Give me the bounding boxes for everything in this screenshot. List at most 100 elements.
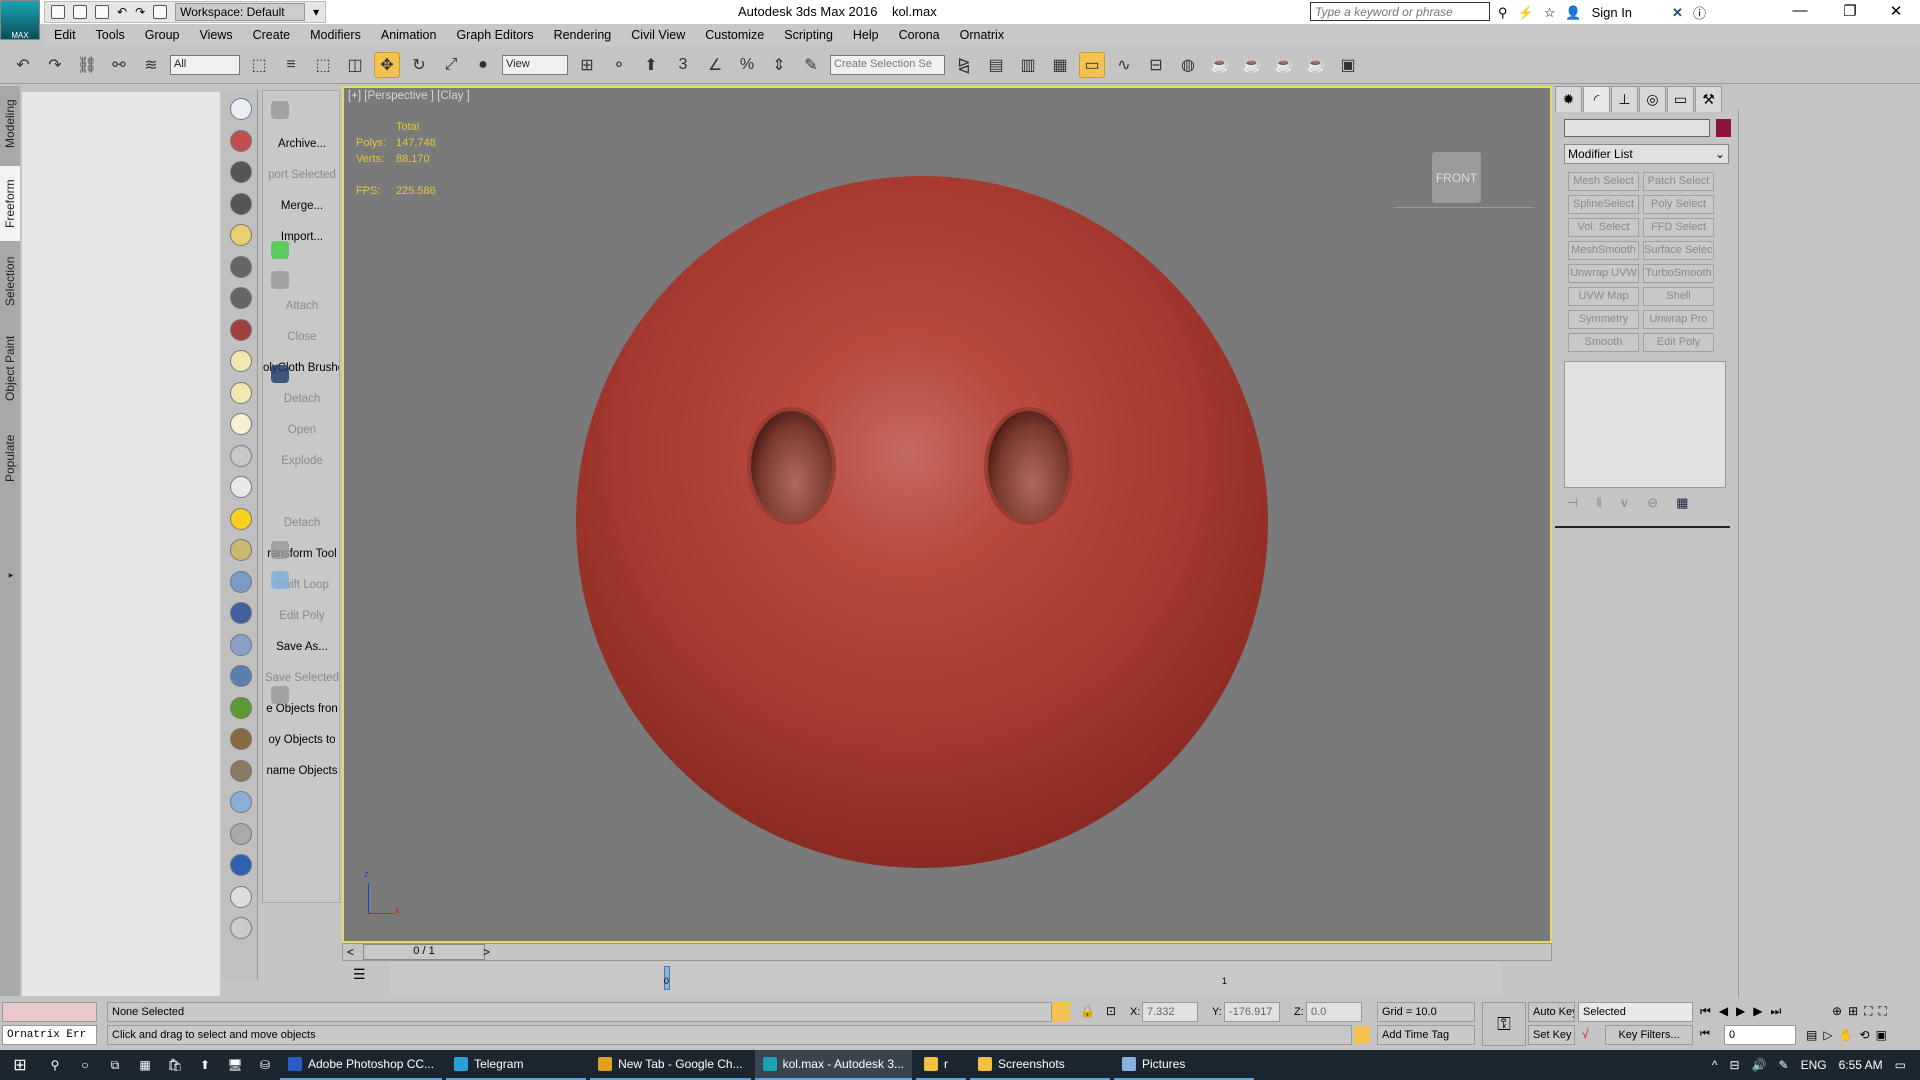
green-toggle-icon[interactable] — [271, 241, 289, 259]
prev-frame-button[interactable]: < — [347, 945, 354, 959]
sphere-material-icon[interactable] — [230, 791, 252, 813]
configure-modifier-sets-icon[interactable]: ▦ — [1676, 495, 1688, 511]
modifier-button-unwrap-uvw[interactable]: Unwrap UVW — [1568, 264, 1639, 283]
utilities-tab-icon[interactable]: ⚒ — [1695, 86, 1722, 112]
volume-icon[interactable]: 🔊 — [1752, 1058, 1767, 1072]
selection-filter-dropdown[interactable]: All — [170, 54, 240, 75]
modifier-button-poly-select[interactable]: Poly Select — [1643, 195, 1714, 214]
material-editor-icon[interactable]: ◍ — [1175, 52, 1201, 78]
tab-modeling[interactable]: Modeling — [0, 86, 20, 161]
modifier-button-surface-select[interactable]: Surface Select — [1643, 241, 1714, 260]
maximize-viewport-icon[interactable]: ▣ — [1876, 1028, 1887, 1042]
tray-expand-icon[interactable]: ^ — [1712, 1058, 1718, 1072]
import-file-icon[interactable] — [230, 885, 252, 908]
project-folder-icon[interactable] — [153, 5, 168, 19]
key-filters-button[interactable]: Key Filters... — [1605, 1025, 1693, 1045]
pen-icon[interactable]: ✎ — [1779, 1058, 1789, 1072]
render-frame-icon[interactable] — [230, 129, 252, 152]
bind-space-warp-icon[interactable]: ≋ — [138, 52, 164, 78]
move-icon[interactable]: ✥ — [374, 51, 400, 78]
command-archive-[interactable]: Archive... — [263, 138, 339, 150]
hierarchy-tab-icon[interactable]: ⊥ — [1611, 86, 1638, 112]
store-icon[interactable]: 🛍 — [160, 1058, 190, 1072]
minimize-button[interactable]: — — [1780, 2, 1820, 19]
modifier-button-vol-select[interactable]: Vol. Select — [1568, 218, 1639, 237]
render-iterative-icon[interactable]: ☕ — [1303, 52, 1329, 78]
command-save-as-[interactable]: Save As... — [263, 641, 339, 653]
physical-camera-icon[interactable] — [230, 287, 252, 309]
menu-scripting[interactable]: Scripting — [774, 28, 843, 42]
taskbar-item[interactable]: New Tab - Google Ch... — [590, 1050, 751, 1080]
menu-corona[interactable]: Corona — [889, 28, 950, 42]
named-selection-sets-dropdown[interactable]: Create Selection Se — [830, 54, 945, 75]
z-coordinate-field[interactable]: 0.0 — [1306, 1002, 1362, 1022]
command-name-objects[interactable]: name Objects — [263, 765, 339, 777]
subscription-icon[interactable]: ⚡ — [1518, 5, 1534, 21]
viewport-label[interactable]: [+] [Perspective ] [Clay ] — [348, 90, 470, 102]
isolate-selection-icon[interactable] — [1052, 1002, 1070, 1022]
align-icon[interactable]: ▤ — [983, 52, 1009, 78]
detach-cube-icon[interactable] — [271, 541, 289, 559]
command-e-objects-fron[interactable]: e Objects fron — [263, 703, 339, 715]
sign-in-link[interactable]: Sign In — [1592, 5, 1632, 20]
menu-civil-view[interactable]: Civil View — [621, 28, 695, 42]
next-frame-icon[interactable]: ▶ — [1753, 1004, 1762, 1019]
attach-cube-icon[interactable] — [271, 271, 289, 289]
undo-icon[interactable]: ↶ — [10, 52, 36, 78]
scale-icon[interactable]: ⤢ — [438, 52, 464, 78]
hemisphere-icon[interactable] — [230, 381, 252, 404]
modifier-button-symmetry[interactable]: Symmetry — [1568, 310, 1639, 329]
key-icon[interactable]: ⚿ — [1482, 1002, 1526, 1046]
modifier-button-patch-select[interactable]: Patch Select — [1643, 172, 1714, 191]
menu-group[interactable]: Group — [135, 28, 190, 42]
start-icon[interactable]: ⊞ — [0, 1055, 40, 1075]
pivot-center-icon[interactable]: ⊞ — [574, 52, 600, 78]
customize-qat-icon[interactable]: ▾ — [313, 5, 319, 19]
restore-button[interactable]: ❐ — [1830, 2, 1870, 20]
show-end-result-icon[interactable]: ‖ — [1596, 495, 1601, 511]
task-view-icon[interactable]: ⧉ — [100, 1058, 130, 1073]
y-coordinate-field[interactable]: -176.917 — [1224, 1002, 1280, 1022]
viewcube[interactable]: FRONT — [1432, 152, 1481, 203]
modifier-list-dropdown[interactable]: Modifier List ⌄ — [1564, 144, 1729, 164]
this-pc-icon[interactable]: 🖥 — [220, 1058, 250, 1072]
gear-icon[interactable] — [230, 665, 252, 687]
zoom-extents-icon[interactable]: ⛶ — [1864, 1004, 1872, 1019]
open-file-icon[interactable] — [73, 5, 87, 19]
undo-icon[interactable]: ↶ — [117, 5, 127, 19]
redo-icon[interactable]: ↷ — [42, 52, 68, 78]
modifier-button-meshsmooth[interactable]: MeshSmooth — [1568, 241, 1639, 260]
object-color-swatch[interactable] — [1716, 119, 1731, 137]
modifier-stack[interactable] — [1564, 361, 1726, 488]
place-icon[interactable]: ● — [470, 52, 496, 78]
viewcube-ring[interactable] — [1394, 207, 1534, 208]
grass-icon[interactable] — [230, 696, 252, 719]
layer-manager-icon[interactable] — [230, 192, 252, 215]
menu-animation[interactable]: Animation — [371, 28, 447, 42]
modifier-button-uvw-map[interactable]: UVW Map — [1568, 287, 1639, 306]
ribbon-collapse-icon[interactable]: ◂ — [0, 566, 20, 584]
modifier-button-turbosmooth[interactable]: TurboSmooth — [1643, 264, 1714, 283]
schematic-view-icon[interactable]: ⊟ — [1143, 52, 1169, 78]
menu-help[interactable]: Help — [843, 28, 889, 42]
keyboard-shortcut-icon[interactable]: ⬆ — [638, 52, 664, 78]
manipulate-icon[interactable]: ⚬ — [606, 52, 632, 78]
window-crossing-icon[interactable]: ◫ — [342, 52, 368, 78]
menu-customize[interactable]: Customize — [695, 28, 774, 42]
bond-icon[interactable] — [230, 602, 252, 624]
next-frame-button[interactable]: > — [483, 945, 490, 959]
auto-key-button[interactable]: Auto Key — [1528, 1002, 1575, 1022]
menu-edit[interactable]: Edit — [44, 28, 86, 42]
taskbar-item[interactable]: Screenshots — [970, 1050, 1110, 1080]
plane-icon[interactable] — [230, 350, 252, 372]
layer-explorer-icon[interactable]: ▦ — [1047, 52, 1073, 78]
menu-views[interactable]: Views — [189, 28, 242, 42]
help-icon[interactable]: ⓘ — [1693, 3, 1706, 22]
remove-modifier-icon[interactable]: ⊖ — [1647, 495, 1658, 511]
zoom-all-icon[interactable]: ⊞ — [1848, 1004, 1858, 1019]
pin-stack-icon[interactable]: ⊣ — [1567, 495, 1578, 511]
time-slider-thumb[interactable]: 0 / 1 — [363, 944, 485, 960]
reference-coordinate-dropdown[interactable]: View — [502, 54, 568, 75]
sphere-object[interactable] — [576, 176, 1268, 868]
network-app-icon[interactable]: ⛁ — [250, 1058, 280, 1072]
